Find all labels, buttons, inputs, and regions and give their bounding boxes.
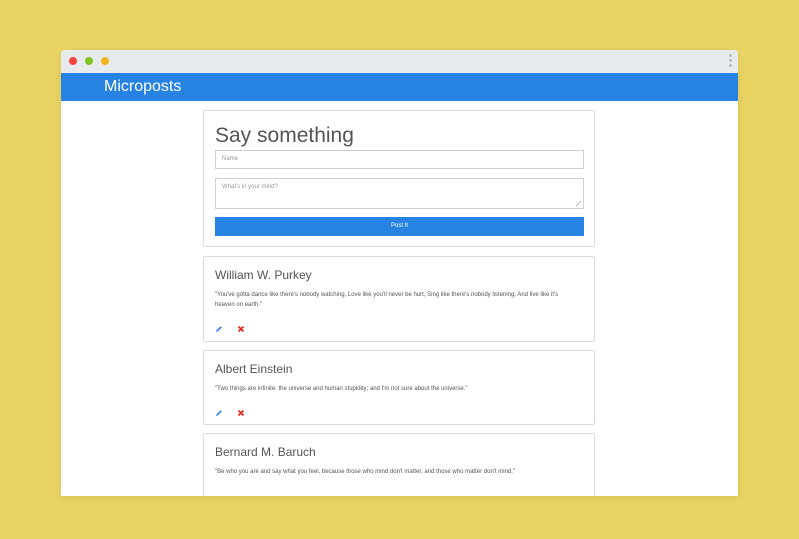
minimize-window-dot[interactable] [101,57,109,65]
post-card: Bernard M. Baruch "Be who you are and sa… [203,433,595,496]
post-card: Albert Einstein "Two things are infinite… [203,350,595,425]
post-actions [215,404,245,422]
kebab-menu-icon[interactable] [728,54,732,69]
browser-window: Microposts Say something Name What's in … [61,50,738,496]
post-author: William W. Purkey [215,268,312,282]
main-content: Say something Name What's in your mind? … [61,101,738,496]
window-titlebar [61,50,738,73]
close-icon[interactable] [237,409,245,417]
post-actions [215,320,245,338]
post-author: Bernard M. Baruch [215,445,316,459]
pencil-icon[interactable] [215,325,223,333]
message-textarea[interactable]: What's in your mind? [215,178,584,209]
pencil-icon[interactable] [215,409,223,417]
post-text: "You've gotta dance like there's nobody … [215,292,559,308]
resize-grip-icon[interactable] [576,201,581,206]
new-post-form: Say something Name What's in your mind? … [203,110,595,247]
form-title: Say something [215,124,354,147]
name-input[interactable]: Name [215,150,584,169]
post-it-button[interactable]: Post It [215,217,584,236]
post-text: "Be who you are and say what you feel, b… [215,469,516,475]
post-card: William W. Purkey "You've gotta dance li… [203,256,595,342]
message-placeholder: What's in your mind? [222,184,278,190]
post-author: Albert Einstein [215,362,293,376]
close-icon[interactable] [237,325,245,333]
close-window-dot[interactable] [69,57,77,65]
post-text: "Two things are infinite: the universe a… [215,386,468,392]
maximize-window-dot[interactable] [85,57,93,65]
navbar-brand[interactable]: Microposts [104,73,181,101]
